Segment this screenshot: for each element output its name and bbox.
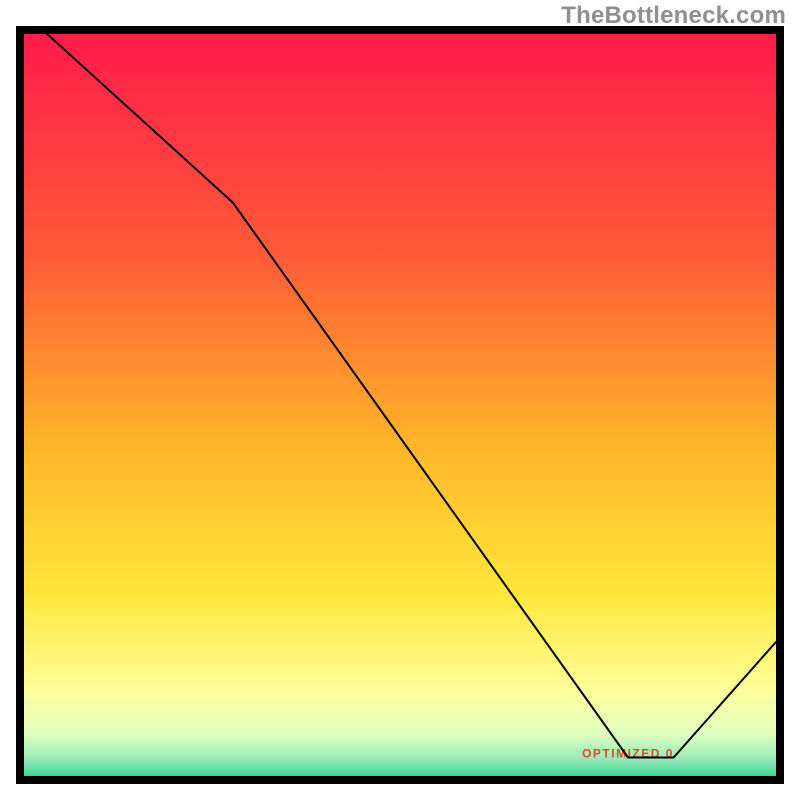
heatmap-gradient-background xyxy=(20,30,780,780)
bottleneck-chart: OPTIMIZED 0 xyxy=(0,0,800,800)
